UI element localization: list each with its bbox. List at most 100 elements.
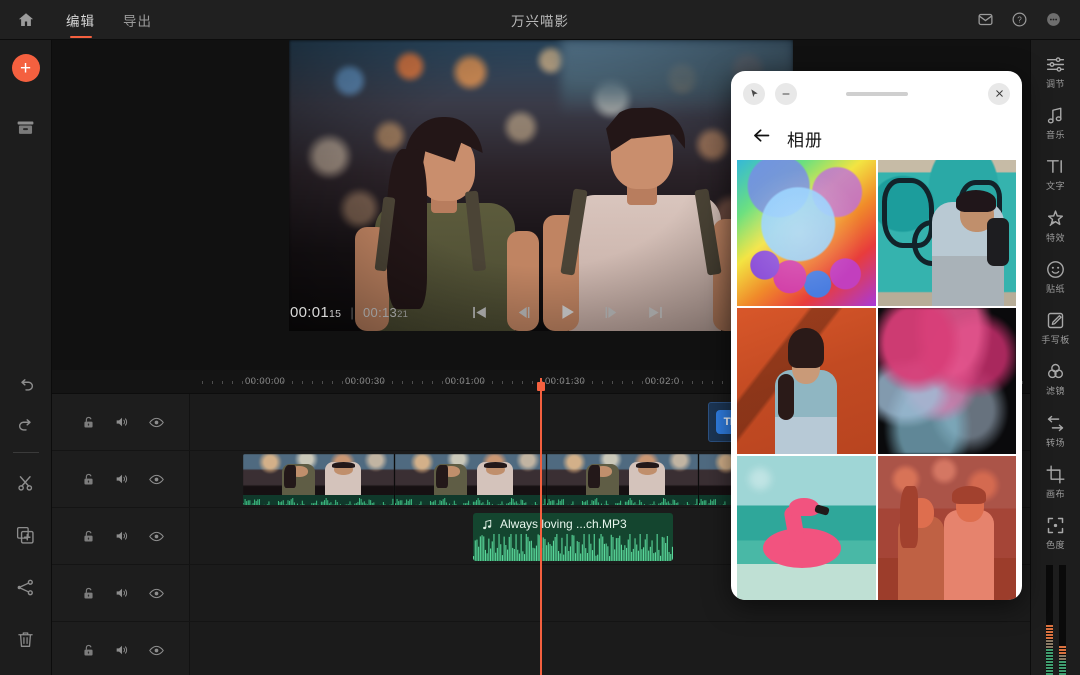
minimize-icon[interactable] [775, 83, 797, 105]
preview-video-canvas[interactable] [289, 40, 793, 331]
sidebar-label-adjust: 调节 [1046, 77, 1065, 90]
sidebar-label-transition: 转场 [1046, 436, 1065, 449]
thumb-pink-blue-ink[interactable] [878, 308, 1017, 454]
album-thumbnail-grid [731, 160, 1022, 600]
play-button[interactable] [556, 301, 578, 323]
chroma-frame-icon [1045, 515, 1066, 536]
sidebar-label-effects: 特效 [1046, 231, 1065, 244]
sidebar-label-chroma: 色度 [1046, 538, 1065, 551]
right-toolbar: 调节 音乐 文字 特效 贴纸 手写板 滤镜 转场 [1030, 40, 1080, 675]
sidebar-item-music[interactable]: 音乐 [1031, 97, 1080, 148]
tab-edit-label: 编辑 [66, 10, 95, 30]
video-editor-app: 编辑 导出 万兴喵影 ? + [0, 0, 1080, 675]
handwriting-board-icon [1045, 310, 1066, 331]
lock-open-icon[interactable] [80, 470, 98, 488]
left-toolbar: + [0, 40, 52, 675]
lock-open-icon[interactable] [80, 413, 98, 431]
sidebar-item-handwriting[interactable]: 手写板 [1031, 302, 1080, 353]
sidebar-item-stickers[interactable]: 贴纸 [1031, 251, 1080, 302]
text-ti-icon [1045, 156, 1066, 177]
filter-circles-icon [1045, 361, 1066, 382]
back-arrow-icon[interactable] [751, 125, 772, 151]
sidebar-item-transition[interactable]: 转场 [1031, 405, 1080, 456]
drag-handle[interactable] [846, 92, 908, 96]
cursor-pointer-icon[interactable] [743, 83, 765, 105]
thumb-rainbow-bubbles[interactable] [737, 160, 876, 306]
split-scissors-icon[interactable] [6, 463, 46, 503]
rail-divider [13, 452, 39, 453]
sidebar-label-canvas: 画布 [1046, 487, 1065, 500]
redo-icon[interactable] [6, 406, 46, 446]
speaker-icon[interactable] [113, 470, 131, 488]
sidebar-item-text[interactable]: 文字 [1031, 149, 1080, 200]
playhead[interactable] [540, 378, 542, 675]
sidebar-label-filter: 滤镜 [1046, 384, 1065, 397]
add-frame-icon[interactable] [6, 515, 46, 555]
eye-icon[interactable] [147, 470, 165, 488]
thumb-flamingo-float[interactable] [737, 456, 876, 600]
eye-icon[interactable] [147, 584, 165, 602]
panel-title: 相册 [787, 126, 823, 151]
next-frame-button[interactable] [600, 301, 622, 323]
panel-window-bar[interactable] [731, 71, 1022, 116]
sidebar-item-adjust[interactable]: 调节 [1031, 46, 1080, 97]
sidebar-label-stickers: 贴纸 [1046, 282, 1065, 295]
sidebar-item-filter[interactable]: 滤镜 [1031, 354, 1080, 405]
home-icon[interactable] [0, 0, 52, 40]
tab-edit[interactable]: 编辑 [52, 0, 109, 40]
previous-frame-button[interactable] [512, 301, 534, 323]
audio-level-meter-left [1046, 565, 1053, 675]
lock-open-icon[interactable] [80, 584, 98, 602]
timecode-display: 00:0115 | 00:1321 [290, 304, 408, 321]
speaker-icon[interactable] [113, 527, 131, 545]
sidebar-item-effects[interactable]: 特效 [1031, 200, 1080, 251]
track-header [52, 508, 190, 564]
lock-open-icon[interactable] [80, 641, 98, 659]
close-icon[interactable] [988, 83, 1010, 105]
share-node-icon[interactable] [6, 567, 46, 607]
speaker-icon[interactable] [113, 584, 131, 602]
lock-open-icon[interactable] [80, 527, 98, 545]
sidebar-item-canvas[interactable]: 画布 [1031, 456, 1080, 507]
audio-level-meter [1046, 565, 1066, 675]
track-header [52, 394, 190, 450]
eye-icon[interactable] [147, 413, 165, 431]
speaker-icon[interactable] [113, 413, 131, 431]
skip-to-end-button[interactable] [644, 301, 666, 323]
clip-audio[interactable]: Always loving ...ch.MP3 [473, 513, 673, 561]
track-body-empty[interactable] [190, 622, 1030, 675]
thumb-couple-street[interactable] [878, 456, 1017, 600]
playhead-knob[interactable] [537, 382, 545, 391]
eye-icon[interactable] [147, 641, 165, 659]
top-bar: 编辑 导出 万兴喵影 ? [0, 0, 1080, 40]
audio-waveform [473, 534, 673, 561]
eye-icon[interactable] [147, 527, 165, 545]
mode-tabs: 编辑 导出 [52, 0, 166, 40]
undo-icon[interactable] [6, 366, 46, 406]
skip-to-start-button[interactable] [468, 301, 490, 323]
tab-export[interactable]: 导出 [109, 0, 166, 40]
album-panel[interactable]: 相册 [731, 71, 1022, 600]
help-icon[interactable]: ? [1004, 5, 1034, 35]
total-time: 00:13 [363, 305, 397, 320]
delete-trash-icon[interactable] [6, 619, 46, 659]
thumb-woman-orange-wall[interactable] [737, 308, 876, 454]
svg-text:?: ? [1017, 16, 1022, 25]
inbox-icon[interactable] [970, 5, 1000, 35]
sidebar-label-music: 音乐 [1046, 128, 1065, 141]
audio-level-meter-right [1059, 565, 1066, 675]
sidebar-item-chroma[interactable]: 色度 [1031, 508, 1080, 559]
more-icon[interactable] [1038, 5, 1068, 35]
add-media-button[interactable]: + [12, 54, 40, 82]
sidebar-label-text: 文字 [1046, 179, 1065, 192]
track-header [52, 622, 190, 675]
speaker-icon[interactable] [113, 641, 131, 659]
track-header [52, 451, 190, 507]
current-frames: 15 [329, 308, 341, 320]
sidebar-label-handwriting: 手写板 [1041, 333, 1070, 346]
tab-export-label: 导出 [123, 10, 152, 30]
music-note-icon [1045, 105, 1066, 126]
timecode-separator: | [350, 305, 354, 320]
media-library-icon[interactable] [6, 108, 46, 148]
thumb-man-graffiti-wall[interactable] [878, 160, 1017, 306]
